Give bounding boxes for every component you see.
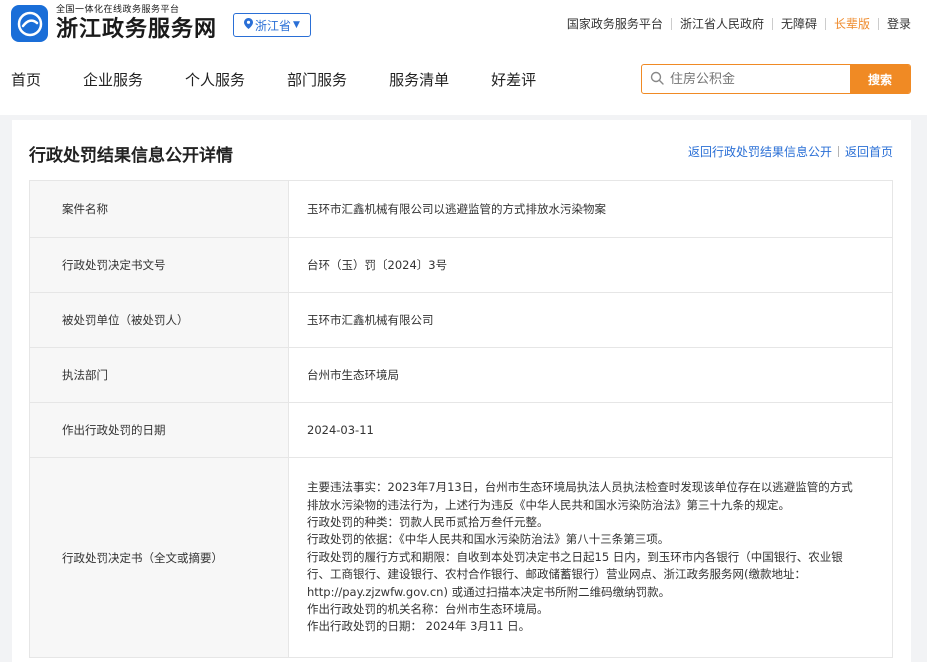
row-label: 行政处罚决定书文号: [30, 238, 289, 292]
table-row: 行政处罚决定书（全文或摘要） 主要违法事实：2023年7月13日，台州市生态环境…: [30, 457, 892, 657]
search-bar: 搜索: [641, 64, 911, 94]
divider: [877, 17, 879, 30]
divider: [670, 17, 672, 30]
nav-personal-services[interactable]: 个人服务: [185, 69, 245, 90]
summary-line: 行政处罚的种类：罚款人民币贰拾万叁仟元整。: [307, 514, 549, 529]
summary-line: 作出行政处罚的机关名称：台州市生态环境局。: [307, 602, 549, 617]
back-links: 返回行政处罚结果信息公开 返回首页: [688, 143, 893, 160]
table-row: 行政处罚决定书文号 台环（玉）罚〔2024〕3号: [30, 237, 892, 292]
summary-content: 主要违法事实：2023年7月13日，台州市生态环境局执法人员执法检查时发现该单位…: [289, 458, 892, 657]
search-input[interactable]: [670, 71, 840, 87]
summary-line: 行政处罚的履行方式和期限：自收到本处罚决定书之日起15 日内，到玉环市内各银行（…: [307, 549, 843, 564]
summary-line: 行政处罚的依据：《中华人民共和国水污染防治法》第八十三条第三项。: [307, 532, 670, 547]
detail-table: 案件名称 玉环市汇鑫机械有限公司以逃避监管的方式排放水污染物案 行政处罚决定书文…: [29, 180, 893, 658]
link-elder-mode[interactable]: 长辈版: [834, 15, 870, 32]
nav-department-services[interactable]: 部门服务: [287, 69, 347, 90]
nav-rating[interactable]: 好差评: [491, 69, 536, 90]
logo-title: 浙江政务服务网: [56, 16, 218, 42]
summary-line: 行、工商银行、建设银行、农村合作银行、邮政储蓄银行）营业网点、浙江政务服务网(缴…: [307, 567, 806, 582]
caret-down-icon: ▼: [293, 20, 300, 30]
row-label: 被处罚单位（被处罚人）: [30, 293, 289, 347]
logo-icon: [11, 5, 48, 42]
divider: [837, 146, 839, 157]
row-label: 作出行政处罚的日期: [30, 403, 289, 457]
back-to-home-link[interactable]: 返回首页: [845, 143, 893, 160]
region-label: 浙江省: [255, 18, 292, 33]
link-provincial-government[interactable]: 浙江省人民政府: [680, 15, 764, 32]
search-icon: [650, 70, 664, 89]
link-accessibility[interactable]: 无障碍: [781, 15, 817, 32]
nav-service-list[interactable]: 服务清单: [389, 69, 449, 90]
nav-enterprise-services[interactable]: 企业服务: [83, 69, 143, 90]
back-to-list-link[interactable]: 返回行政处罚结果信息公开: [688, 143, 832, 160]
summary-line: http://pay.zjzwfw.gov.cn) 或通过扫描本决定书所附二维码…: [307, 584, 671, 599]
table-row: 执法部门 台州市生态环境局: [30, 347, 892, 402]
table-row: 被处罚单位（被处罚人） 玉环市汇鑫机械有限公司: [30, 292, 892, 347]
top-links: 国家政务服务平台 浙江省人民政府 无障碍 长辈版 登录: [567, 15, 911, 32]
nav-home[interactable]: 首页: [11, 69, 41, 90]
row-value: 玉环市汇鑫机械有限公司以逃避监管的方式排放水污染物案: [307, 202, 606, 216]
table-row: 作出行政处罚的日期 2024-03-11: [30, 402, 892, 457]
row-value: 玉环市汇鑫机械有限公司: [307, 313, 434, 327]
row-label: 案件名称: [30, 181, 289, 237]
summary-line: 作出行政处罚的日期： 2024年 3月11 日。: [307, 619, 531, 634]
logo-subtitle: 全国一体化在线政务服务平台: [56, 5, 180, 15]
region-selector[interactable]: 浙江省 ▼: [233, 13, 311, 37]
row-value: 2024-03-11: [307, 423, 374, 437]
search-button[interactable]: 搜索: [850, 65, 910, 93]
top-header: 全国一体化在线政务服务平台 浙江政务服务网 浙江省 ▼ 国家政务服务平台 浙江省…: [0, 0, 927, 115]
main-nav: 首页 企业服务 个人服务 部门服务 服务清单 好差评: [11, 69, 578, 90]
row-label: 执法部门: [30, 348, 289, 402]
row-value: 台环（玉）罚〔2024〕3号: [307, 258, 448, 272]
page-title: 行政处罚结果信息公开详情: [29, 146, 233, 166]
site-logo[interactable]: 全国一体化在线政务服务平台 浙江政务服务网: [11, 5, 217, 42]
link-national-platform[interactable]: 国家政务服务平台: [567, 15, 663, 32]
summary-line: 主要违法事实：2023年7月13日，台州市生态环境局执法人员执法检查时发现该单位…: [307, 480, 853, 495]
divider: [824, 17, 826, 30]
row-value: 台州市生态环境局: [307, 368, 399, 382]
detail-card: 行政处罚结果信息公开详情 返回行政处罚结果信息公开 返回首页 案件名称 玉环市汇…: [12, 120, 911, 662]
location-pin-icon: [244, 18, 254, 32]
divider: [771, 17, 773, 30]
table-row: 案件名称 玉环市汇鑫机械有限公司以逃避监管的方式排放水污染物案: [30, 181, 892, 237]
summary-line: 排放水污染物的违法行为，上述行为违反《中华人民共和国水污染防治法》第三十九条的规…: [307, 497, 790, 512]
link-login[interactable]: 登录: [887, 15, 911, 32]
summary-label: 行政处罚决定书（全文或摘要）: [30, 458, 289, 657]
